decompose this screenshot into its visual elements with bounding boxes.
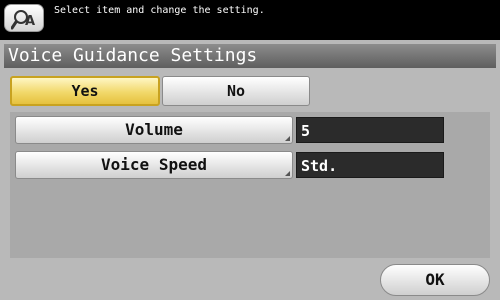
ok-button[interactable]: OK (380, 264, 490, 296)
settings-panel: Voice Guidance Settings Yes No Volume 5 … (0, 40, 500, 300)
volume-value: 5 (296, 117, 444, 143)
no-button[interactable]: No (162, 76, 310, 106)
volume-button[interactable]: Volume (15, 116, 293, 144)
status-message: Select item and change the setting. (54, 5, 265, 16)
voice-speed-value: Std. (296, 152, 444, 178)
voice-speed-button[interactable]: Voice Speed (15, 151, 293, 179)
message-bar: A Select item and change the setting. (0, 0, 500, 40)
page-title: Voice Guidance Settings (4, 44, 496, 68)
screen: A Select item and change the setting. Vo… (0, 0, 500, 300)
yes-button[interactable]: Yes (10, 76, 160, 106)
settings-area: Volume 5 Voice Speed Std. (10, 112, 490, 258)
corner-indicator-icon (285, 136, 290, 141)
corner-indicator-icon (285, 171, 290, 176)
volume-label: Volume (125, 120, 183, 139)
voice-speed-label: Voice Speed (101, 155, 207, 174)
help-magnifier-icon: A (11, 10, 35, 30)
svg-text:A: A (25, 14, 35, 29)
help-button[interactable]: A (4, 4, 44, 32)
